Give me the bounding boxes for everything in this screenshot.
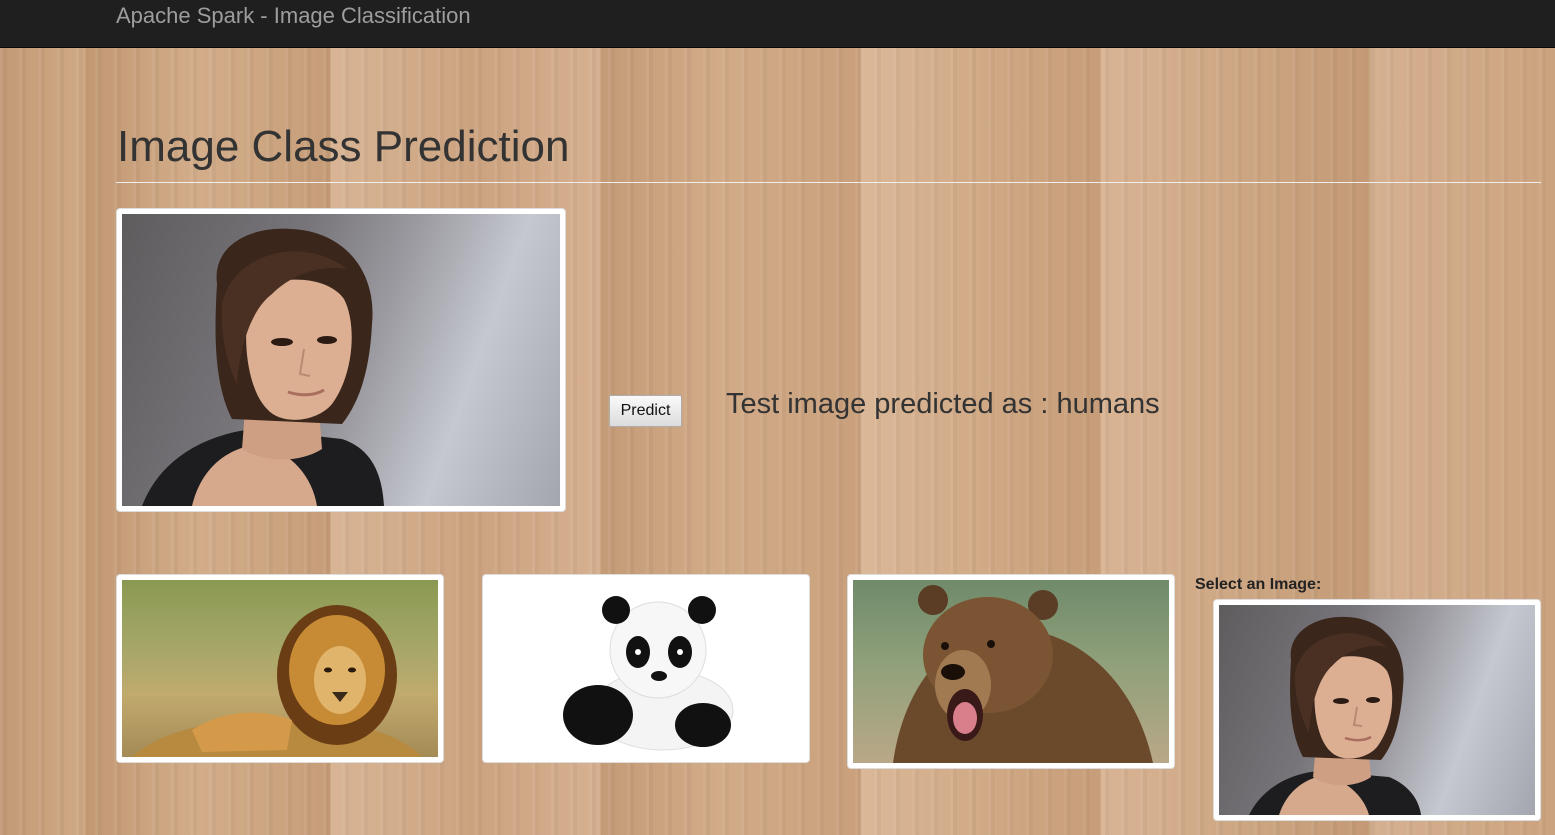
selected-image — [1219, 605, 1535, 815]
gallery-image-lion[interactable] — [116, 574, 444, 763]
prediction-result: Test image predicted as : humans — [726, 388, 1160, 420]
page-title: Image Class Prediction — [117, 122, 570, 171]
predict-button[interactable]: Predict — [609, 395, 682, 427]
lion-image — [122, 580, 438, 757]
test-image — [122, 214, 560, 506]
test-image-frame — [116, 208, 566, 512]
navbar: Apache Spark - Image Classification — [0, 0, 1555, 48]
gallery-image-panda[interactable] — [482, 574, 810, 763]
navbar-brand[interactable]: Apache Spark - Image Classification — [116, 3, 471, 29]
selected-image-thumbnail[interactable] — [1213, 599, 1541, 821]
gallery-image-bear[interactable] — [847, 574, 1175, 769]
bear-image — [853, 580, 1169, 763]
title-divider — [116, 182, 1541, 183]
select-image-label: Select an Image: — [1195, 576, 1322, 593]
panda-image — [488, 580, 804, 757]
